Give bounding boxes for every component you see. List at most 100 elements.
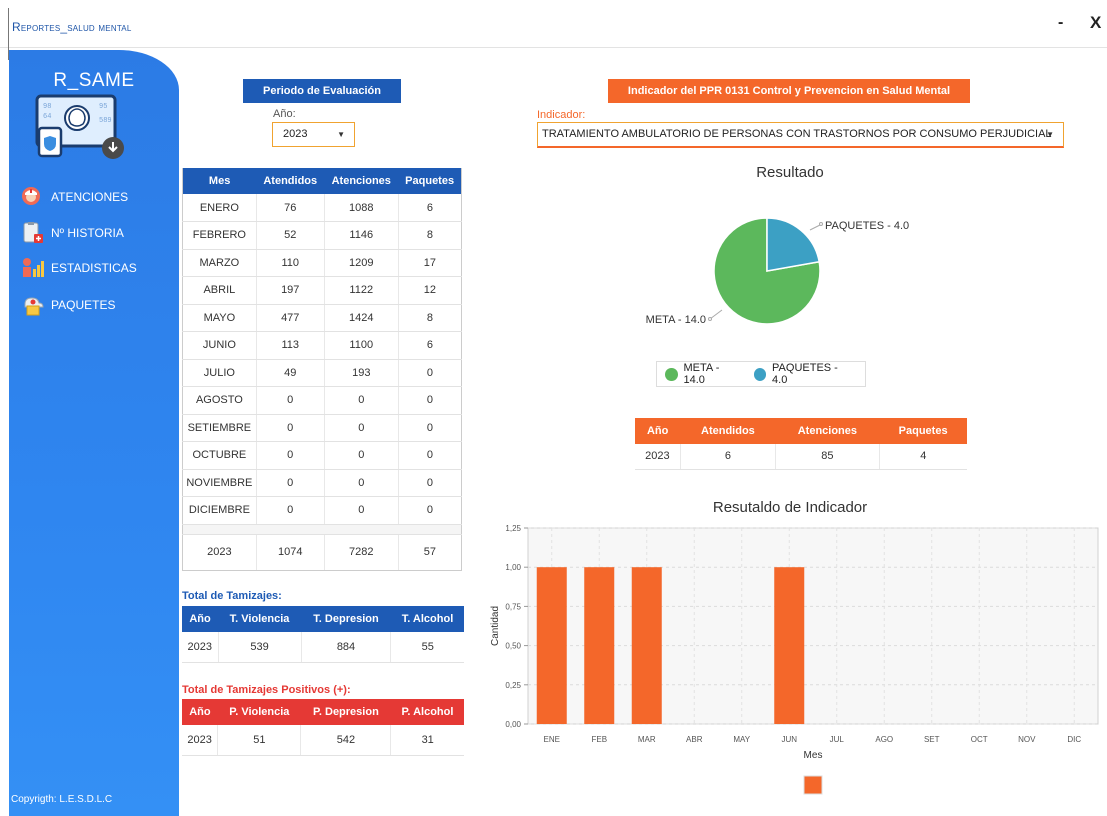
cloud-package-icon: [24, 297, 44, 316]
indicator-value: TRATAMIENTO AMBULATORIO DE PERSONAS CON …: [542, 128, 1052, 140]
table-row[interactable]: MAYO 477 1424 8: [182, 304, 462, 332]
bar: [584, 567, 615, 724]
table-cell: 0: [324, 496, 399, 525]
close-button[interactable]: X: [1090, 13, 1101, 33]
sidebar-item-label: Nº HISTORIA: [51, 226, 124, 240]
table-cell: 2023: [182, 632, 219, 663]
column-header: Atenciones: [324, 168, 399, 194]
table-row[interactable]: 2023 6 85 4: [635, 444, 967, 470]
table-cell: SETIEMBRE: [182, 414, 257, 442]
x-tick-label: MAY: [733, 735, 750, 744]
table-cell: OCTUBRE: [182, 441, 257, 470]
table-cell: 113: [256, 331, 325, 360]
table-cell: 542: [300, 725, 392, 756]
svg-text:95: 95: [99, 103, 107, 111]
y-tick-label: 0,75: [505, 602, 521, 611]
legend-label: PAQUETES - 4.0: [772, 362, 838, 386]
table-cell: 197: [256, 276, 325, 305]
table-cell: 17: [398, 249, 462, 277]
summary-table: Año Atendidos Atenciones Paquetes 2023 6…: [635, 418, 967, 470]
table-cell: 57: [398, 534, 462, 571]
column-header: T. Depresion: [301, 606, 391, 632]
table-row[interactable]: DICIEMBRE 0 0 0: [182, 496, 462, 525]
table-cell: 0: [398, 441, 462, 470]
table-row[interactable]: ABRIL 197 1122 12: [182, 276, 462, 305]
pie-legend: META - 14.0 PAQUETES - 4.0: [656, 361, 866, 387]
table-cell: 0: [256, 441, 325, 470]
leader-line: [709, 309, 723, 320]
pie-slice-label: PAQUETES - 4.0: [825, 220, 909, 232]
table-row[interactable]: 2023 539 884 55: [182, 632, 464, 663]
chevron-down-icon: ▼: [1046, 130, 1054, 139]
brain-monitor-logo-icon: 98 64 95 589: [35, 94, 124, 159]
column-header: Año: [182, 606, 219, 632]
table-cell: DICIEMBRE: [182, 496, 257, 525]
table-cell: 52: [256, 221, 325, 250]
sidebar-item-estadisticas[interactable]: ESTADISTICAS: [21, 257, 171, 279]
table-row[interactable]: ENERO 76 1088 6: [182, 194, 462, 222]
y-tick-label: 0,50: [505, 642, 521, 651]
table-row[interactable]: NOVIEMBRE 0 0 0: [182, 469, 462, 497]
table-cell: 12: [398, 276, 462, 305]
sidebar: R_SAME 98 64 95 589 ATENCIONES Nº HISTOR…: [9, 50, 179, 816]
x-tick-label: DIC: [1067, 735, 1081, 744]
table-row[interactable]: 2023 51 542 31: [182, 725, 464, 756]
table-row[interactable]: MARZO 110 1209 17: [182, 249, 462, 277]
column-header: Paquetes: [879, 418, 967, 444]
table-cell: 1424: [324, 304, 399, 332]
table-cell: 49: [256, 359, 325, 387]
tamizajes-title: Total de Tamizajes:: [182, 590, 282, 602]
pie-chart-title: Resultado: [756, 164, 824, 181]
table-row[interactable]: FEBRERO 52 1146 8: [182, 221, 462, 250]
legend-swatch: [753, 367, 767, 381]
table-cell: 6: [398, 331, 462, 360]
table-row[interactable]: JUNIO 113 1100 6: [182, 331, 462, 360]
year-select[interactable]: 2023 ▼: [272, 122, 355, 147]
table-cell: 110: [256, 249, 325, 277]
table-cell: 76: [256, 194, 325, 222]
table-cell: 0: [256, 414, 325, 442]
legend-label: META - 14.0: [683, 362, 720, 386]
table-row[interactable]: AGOSTO 0 0 0: [182, 386, 462, 415]
table-row[interactable]: OCTUBRE 0 0 0: [182, 441, 462, 470]
pie-slice-label: META - 14.0: [646, 314, 706, 326]
table-cell: 51: [217, 725, 302, 756]
sidebar-item-paquetes[interactable]: PAQUETES: [21, 294, 171, 316]
table-row[interactable]: SETIEMBRE 0 0 0: [182, 414, 462, 442]
table-cell: 1100: [324, 331, 399, 360]
minimize-button[interactable]: -: [1058, 14, 1063, 32]
table-spacer-row: [182, 524, 462, 535]
leader-dot: [708, 317, 712, 321]
table-cell: [398, 524, 462, 535]
table-cell: 1088: [324, 194, 399, 222]
table-cell: 31: [390, 725, 464, 756]
sidebar-item-historia[interactable]: Nº HISTORIA: [21, 222, 171, 244]
clipboard-icon: [23, 222, 43, 243]
table-cell: FEBRERO: [182, 221, 257, 250]
x-tick-label: JUN: [781, 735, 797, 744]
people-stats-icon: [23, 258, 44, 277]
table-cell: [182, 524, 257, 535]
legend-item: PAQUETES - 4.0: [753, 362, 853, 386]
table-total-row[interactable]: 2023 1074 7282 57: [182, 534, 462, 571]
positivos-title: Total de Tamizajes Positivos (+):: [182, 684, 351, 696]
table-cell: 55: [390, 632, 464, 663]
column-header: Paquetes: [398, 168, 462, 194]
legend-swatch: [803, 775, 823, 795]
table-header-row: Mes Atendidos Atenciones Paquetes: [182, 168, 462, 194]
table-row[interactable]: JULIO 49 193 0: [182, 359, 462, 387]
indicator-label: Indicador:: [537, 109, 586, 121]
month-table-body: ENERO 76 1088 6 FEBRERO 52 1146 8 MARZO 110 1209 17…: [182, 194, 462, 571]
table-cell: JULIO: [182, 359, 257, 387]
indicator-select[interactable]: TRATAMIENTO AMBULATORIO DE PERSONAS CON …: [537, 122, 1064, 148]
sidebar-item-atenciones[interactable]: ATENCIONES: [21, 186, 171, 208]
table-cell: 0: [398, 469, 462, 497]
period-header: Periodo de Evaluación: [243, 79, 401, 103]
table-cell: 2023: [182, 534, 257, 571]
sidebar-item-label: PAQUETES: [51, 298, 116, 312]
table-cell: 1122: [324, 276, 399, 305]
table-cell: 6: [398, 194, 462, 222]
table-cell: 0: [324, 441, 399, 470]
x-tick-label: OCT: [971, 735, 988, 744]
column-header: Mes: [182, 168, 257, 194]
